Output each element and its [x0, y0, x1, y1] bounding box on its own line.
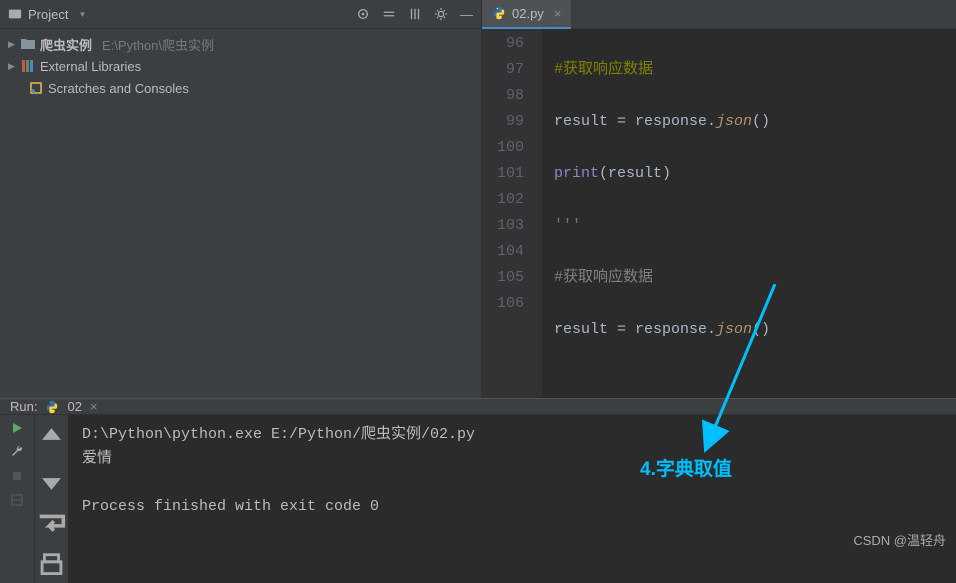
rerun-icon[interactable] — [10, 421, 24, 435]
tree-label: 爬虫实例 — [40, 35, 92, 54]
project-tree: ▶ 爬虫实例 E:\Python\爬虫实例 ▶ External Librari… — [0, 29, 481, 103]
editor-tab-bar: 02.py × — [482, 0, 956, 29]
chevron-right-icon: ▶ — [8, 39, 16, 50]
stop-icon[interactable] — [10, 469, 24, 483]
tab-label: 02.py — [512, 6, 544, 21]
python-file-icon — [492, 6, 506, 20]
run-title: Run: — [10, 399, 37, 414]
code-editor[interactable]: 96979899100101102103104105106 #获取响应数据 re… — [482, 29, 956, 398]
close-icon[interactable]: × — [90, 399, 98, 414]
tree-item-scratches[interactable]: Scratches and Consoles — [0, 77, 481, 99]
console-line: Process finished with exit code 0 — [82, 495, 942, 519]
run-tool-window: Run: 02 × D:\Python\python.exe E:/Python… — [0, 398, 956, 555]
project-selector[interactable]: Project ▼ — [8, 7, 86, 22]
project-title: Project — [28, 7, 68, 22]
close-icon[interactable]: × — [554, 6, 562, 21]
project-sidebar: Project ▼ — ▶ 爬虫实例 E:\Python\爬虫实例 ▶ — [0, 0, 482, 398]
locate-icon[interactable] — [356, 7, 370, 21]
gear-icon[interactable] — [434, 7, 448, 21]
annotation-label: 4.字典取值 — [640, 454, 732, 481]
sidebar-header: Project ▼ — — [0, 0, 481, 29]
console-line: 爱情 — [82, 447, 942, 471]
library-icon — [20, 59, 36, 73]
chevron-down-icon: ▼ — [78, 10, 86, 19]
wrench-icon[interactable] — [10, 445, 24, 459]
collapse-icon[interactable] — [408, 7, 422, 21]
expand-icon[interactable] — [382, 7, 396, 21]
tree-item-external-libraries[interactable]: ▶ External Libraries — [0, 55, 481, 77]
down-icon[interactable] — [35, 464, 68, 497]
run-toolbar-left — [0, 415, 34, 583]
soft-wrap-icon[interactable] — [35, 507, 68, 540]
watermark: CSDN @温轻舟 — [853, 530, 946, 549]
run-header: Run: 02 × — [0, 399, 956, 415]
project-icon — [8, 7, 22, 21]
editor-area: 02.py × 96979899100101102103104105106 #获… — [482, 0, 956, 398]
chevron-right-icon: ▶ — [8, 61, 16, 72]
tree-item-project-root[interactable]: ▶ 爬虫实例 E:\Python\爬虫实例 — [0, 33, 481, 55]
console-output[interactable]: D:\Python\python.exe E:/Python/爬虫实例/02.p… — [68, 415, 956, 583]
folder-icon — [20, 38, 36, 50]
hide-icon[interactable]: — — [460, 7, 473, 22]
run-toolbar-right — [34, 415, 68, 583]
layout-icon[interactable] — [10, 493, 24, 507]
console-line: D:\Python\python.exe E:/Python/爬虫实例/02.p… — [82, 423, 942, 447]
up-icon[interactable] — [35, 421, 68, 454]
run-config-label[interactable]: 02 — [67, 399, 81, 414]
scratch-icon — [28, 81, 44, 95]
code-content[interactable]: #获取响应数据 result = response.json() print(r… — [542, 29, 956, 398]
tree-label: External Libraries — [40, 59, 141, 74]
tree-label: Scratches and Consoles — [48, 81, 189, 96]
python-config-icon — [45, 400, 59, 414]
editor-tab[interactable]: 02.py × — [482, 0, 571, 29]
tree-path: E:\Python\爬虫实例 — [102, 35, 214, 54]
line-gutter: 96979899100101102103104105106 — [482, 29, 542, 398]
